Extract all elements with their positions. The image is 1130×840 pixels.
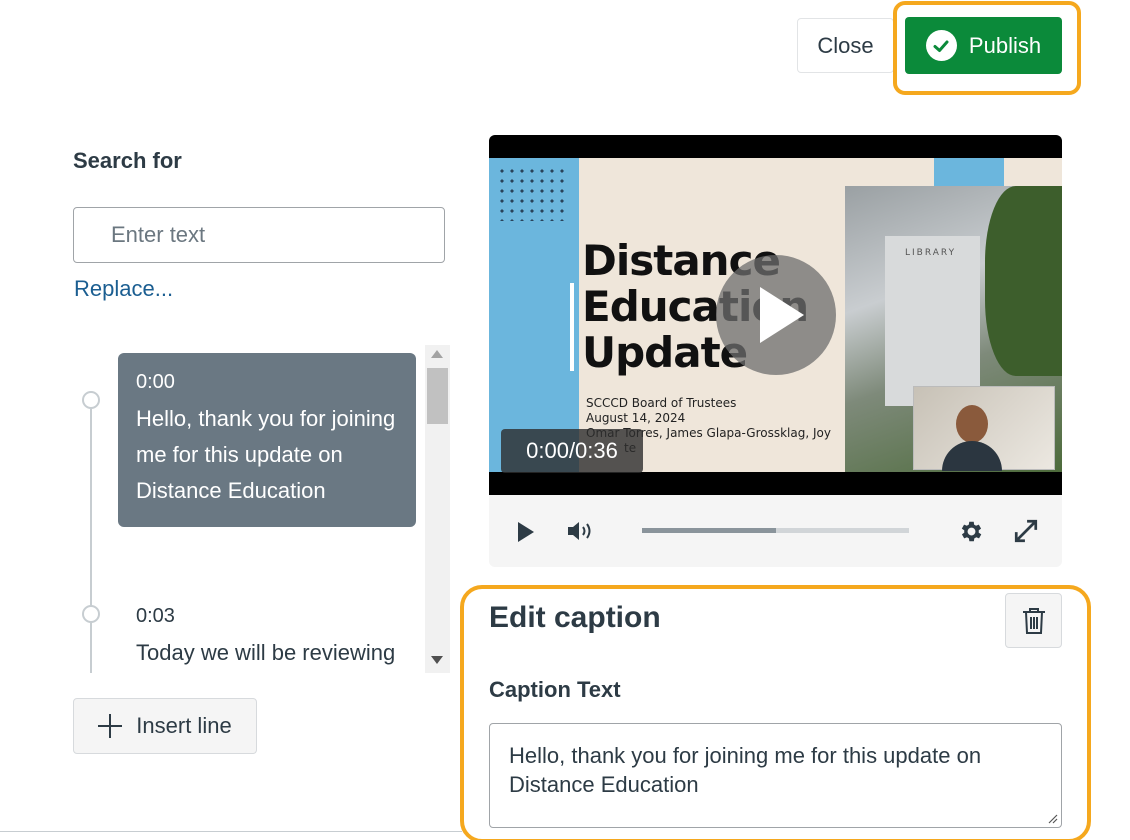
progress-fill	[642, 528, 776, 533]
slide-blue-accent	[934, 158, 1004, 188]
check-circle-icon	[925, 30, 957, 61]
play-icon[interactable]	[518, 522, 534, 542]
scroll-down-icon[interactable]	[431, 656, 443, 664]
plus-icon	[98, 714, 123, 738]
replace-link[interactable]: Replace...	[74, 276, 173, 302]
scroll-thumb[interactable]	[427, 368, 448, 424]
timeline-line	[90, 400, 92, 673]
publish-label: Publish	[968, 32, 1042, 58]
caption-list: 0:00 Hello, thank you for joining me for…	[70, 345, 450, 673]
library-sign: LIBRARY	[905, 248, 957, 258]
presenter-body	[942, 441, 1002, 471]
divider	[0, 831, 462, 832]
time-display: 0:00/0:36	[501, 429, 643, 473]
tree	[985, 186, 1062, 376]
progress-bar[interactable]	[642, 528, 909, 533]
caption-text-label: Caption Text	[489, 677, 621, 702]
trash-icon	[1022, 607, 1045, 634]
scroll-up-icon[interactable]	[431, 350, 443, 358]
slide-dot-pattern	[497, 166, 567, 221]
caption-textarea[interactable]: Hello, thank you for joining me for this…	[489, 723, 1062, 828]
edit-caption-title: Edit caption	[489, 601, 661, 634]
volume-icon[interactable]	[566, 519, 596, 543]
caption-item-active[interactable]: 0:00 Hello, thank you for joining me for…	[118, 353, 416, 527]
presenter-video	[913, 386, 1055, 471]
insert-line-label: Insert line	[136, 713, 232, 738]
caption-item[interactable]: 0:03 Today we will be reviewing some of …	[118, 587, 416, 673]
caption-time: 0:00	[136, 371, 175, 393]
caption-text: Hello, thank you for joining me for this…	[136, 406, 396, 503]
player-controls	[489, 495, 1062, 567]
search-label: Search for	[73, 148, 182, 173]
caption-time: 0:03	[136, 605, 175, 627]
delete-caption-button[interactable]	[1005, 593, 1062, 648]
insert-line-button[interactable]: Insert line	[73, 698, 257, 754]
publish-button[interactable]: Publish	[905, 17, 1062, 74]
timeline-dot	[82, 391, 100, 409]
slide-accent-line	[570, 283, 574, 371]
caption-text: Today we will be reviewing some of the	[136, 640, 396, 665]
video-frame[interactable]: Distance Education Update SCCCD Board of…	[489, 135, 1062, 495]
search-input[interactable]	[73, 207, 445, 263]
timeline-dot	[82, 605, 100, 623]
expand-icon[interactable]	[1013, 518, 1039, 544]
gear-icon[interactable]	[958, 518, 985, 545]
close-button[interactable]: Close	[797, 18, 894, 73]
presenter-head	[956, 405, 988, 443]
resize-grip-icon[interactable]	[1046, 812, 1058, 824]
big-play-icon[interactable]	[716, 255, 836, 375]
video-player: Distance Education Update SCCCD Board of…	[489, 135, 1062, 567]
library-building	[885, 236, 980, 406]
